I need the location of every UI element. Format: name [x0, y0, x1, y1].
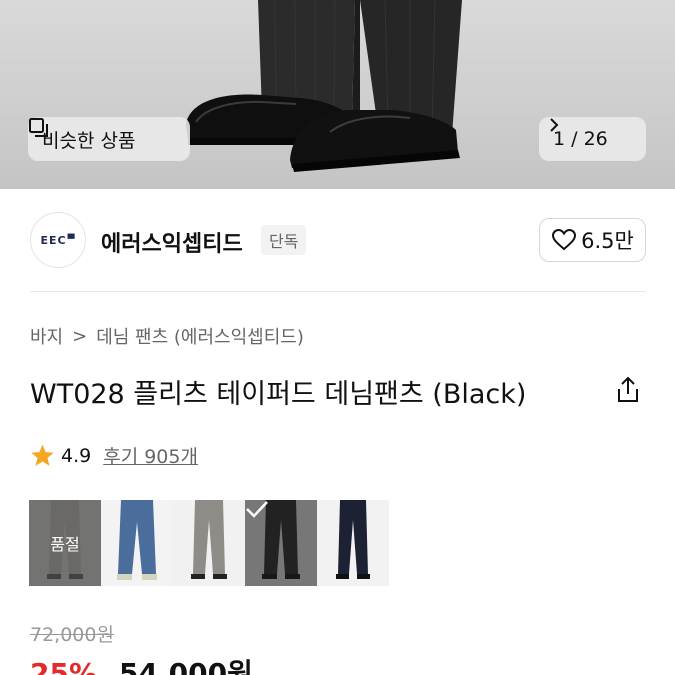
- similar-products-label: 비슷한 상품: [42, 129, 136, 152]
- rating-score: 4.9: [61, 444, 92, 467]
- chevron-right-icon: [550, 118, 559, 132]
- color-options: 품절: [29, 500, 389, 586]
- product-title: WT028 플리츠 테이퍼드 데님팬츠 (Black): [30, 379, 527, 410]
- discount-rate: 25%: [30, 657, 98, 675]
- sold-out-overlay: 품절: [29, 500, 101, 586]
- brand-logo[interactable]: EEC ▀: [30, 212, 86, 268]
- pants-thumbnail: [101, 500, 173, 586]
- breadcrumb-separator: >: [72, 325, 88, 347]
- breadcrumb-item-pants[interactable]: 바지: [30, 323, 63, 349]
- color-option-blue[interactable]: [101, 500, 173, 586]
- star-icon: [31, 444, 54, 466]
- color-option-beige[interactable]: 품절: [29, 500, 101, 586]
- breadcrumb: 바지 > 데님 팬츠 (에러스익셉티드): [30, 323, 304, 349]
- pants-thumbnail: [317, 500, 389, 586]
- like-button[interactable]: 6.5만: [539, 218, 646, 262]
- image-page-counter[interactable]: 1 / 26: [539, 117, 646, 161]
- original-price: 72,000원: [30, 624, 114, 646]
- product-hero-image[interactable]: 비슷한 상품 1 / 26: [0, 0, 675, 189]
- exclusive-badge: 단독: [261, 225, 307, 255]
- brand-name[interactable]: 에러스익셉티드: [101, 226, 243, 258]
- review-count-link[interactable]: 후기 905개: [103, 442, 198, 469]
- checkmark-icon: [246, 501, 268, 518]
- similar-products-button[interactable]: 비슷한 상품: [28, 117, 190, 161]
- page-counter-text: 1 / 26: [553, 128, 608, 150]
- section-divider: [30, 291, 646, 292]
- overlap-squares-icon: [29, 118, 48, 137]
- heart-outline-icon: [552, 228, 577, 251]
- color-option-black[interactable]: [245, 500, 317, 586]
- breadcrumb-item-denim[interactable]: 데님 팬츠 (에러스익셉티드): [96, 323, 304, 349]
- pants-thumbnail: [173, 500, 245, 586]
- rating-row: 4.9 후기 905개: [30, 442, 198, 469]
- color-option-navy[interactable]: [317, 500, 389, 586]
- sale-price-row: 25% 54,000원: [30, 652, 253, 675]
- sale-price: 54,000원: [119, 657, 253, 675]
- color-option-gray[interactable]: [173, 500, 245, 586]
- share-icon[interactable]: [614, 375, 642, 405]
- like-count: 6.5만: [581, 229, 634, 253]
- selected-overlay: [245, 500, 317, 586]
